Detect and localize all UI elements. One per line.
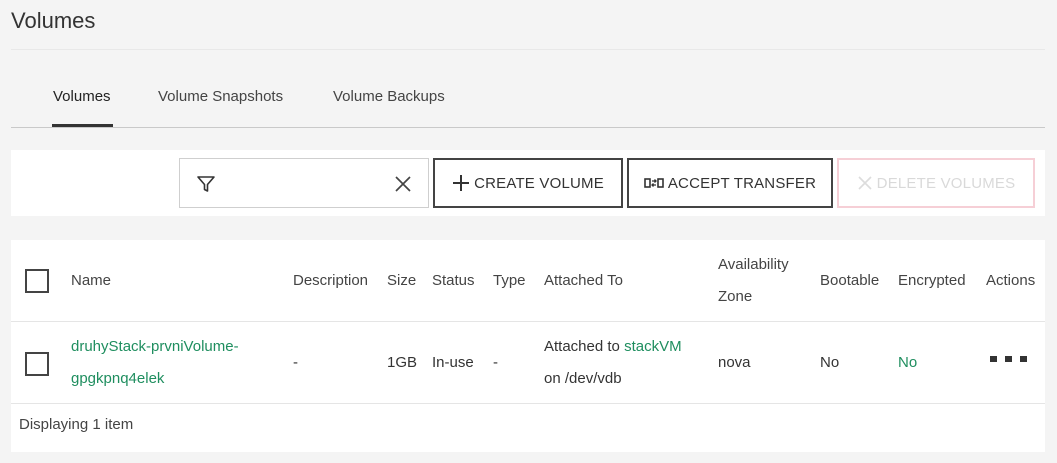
- tab-volumes[interactable]: Volumes: [52, 88, 113, 127]
- attached-device: on /dev/vdb: [544, 370, 622, 387]
- header-availability-zone-line2: Zone: [718, 288, 753, 305]
- tab-volume-backups[interactable]: Volume Backups: [333, 88, 445, 127]
- header-availability-zone-line1: Availability: [718, 256, 789, 273]
- volumes-table: Name Description Size Status Type Attach…: [11, 240, 1045, 452]
- plus-icon: [453, 175, 470, 191]
- page-title: Volumes: [11, 8, 96, 33]
- title-divider: [11, 49, 1045, 50]
- row-checkbox[interactable]: [25, 352, 49, 376]
- volume-name-link-line2[interactable]: gpgkpnq4elek: [71, 363, 164, 395]
- table-footer-count: Displaying 1 item: [19, 416, 134, 433]
- header-attached-to: Attached To: [544, 272, 623, 289]
- header-status: Status: [432, 272, 475, 289]
- accept-transfer-label: ACCEPT TRANSFER: [667, 174, 817, 192]
- tab-volume-snapshots[interactable]: Volume Snapshots: [158, 88, 283, 127]
- header-actions: Actions: [986, 272, 1036, 289]
- header-encrypted: Encrypted: [898, 272, 966, 289]
- volume-availability-zone: nova: [718, 354, 751, 371]
- filter-icon: [197, 176, 215, 192]
- volume-type: -: [493, 354, 498, 371]
- header-type: Type: [493, 272, 526, 289]
- volume-bootable: No: [820, 354, 840, 371]
- volume-status: In-use: [432, 354, 474, 371]
- close-icon[interactable]: [395, 176, 411, 192]
- table-row: druhyStack-prvniVolume- gpgkpnq4elek - 1…: [11, 322, 1045, 404]
- filter-box: [179, 158, 429, 208]
- create-volume-button[interactable]: CREATE VOLUME: [433, 158, 623, 208]
- tab-bar: Volumes Volume Snapshots Volume Backups: [11, 70, 1045, 128]
- volume-size: 1GB: [387, 354, 418, 371]
- table-header-row: Name Description Size Status Type Attach…: [11, 240, 1045, 322]
- attached-prefix: Attached to: [544, 338, 620, 355]
- toolbar: CREATE VOLUME ACCEPT TRANSFER DELETE VOL…: [11, 150, 1045, 216]
- volume-description: -: [293, 354, 298, 371]
- more-actions-icon[interactable]: [990, 356, 1034, 364]
- header-name[interactable]: Name: [71, 265, 111, 297]
- select-all-checkbox[interactable]: [25, 269, 49, 293]
- header-size: Size: [387, 272, 417, 289]
- filter-input[interactable]: [224, 169, 384, 197]
- delete-volumes-label: DELETE VOLUMES: [876, 174, 1016, 192]
- volume-encrypted-link[interactable]: No: [898, 347, 917, 379]
- create-volume-label: CREATE VOLUME: [474, 174, 604, 192]
- header-description: Description: [293, 272, 369, 289]
- attached-to-line1: Attached to stackVM: [544, 331, 682, 363]
- header-bootable: Bootable: [820, 272, 880, 289]
- close-icon: [858, 176, 872, 190]
- transfer-icon: [644, 178, 664, 188]
- delete-volumes-button[interactable]: DELETE VOLUMES: [837, 158, 1035, 208]
- volume-name-link-line1[interactable]: druhyStack-prvniVolume-: [71, 331, 239, 363]
- accept-transfer-button[interactable]: ACCEPT TRANSFER: [627, 158, 833, 208]
- attached-vm-link[interactable]: stackVM: [624, 338, 682, 355]
